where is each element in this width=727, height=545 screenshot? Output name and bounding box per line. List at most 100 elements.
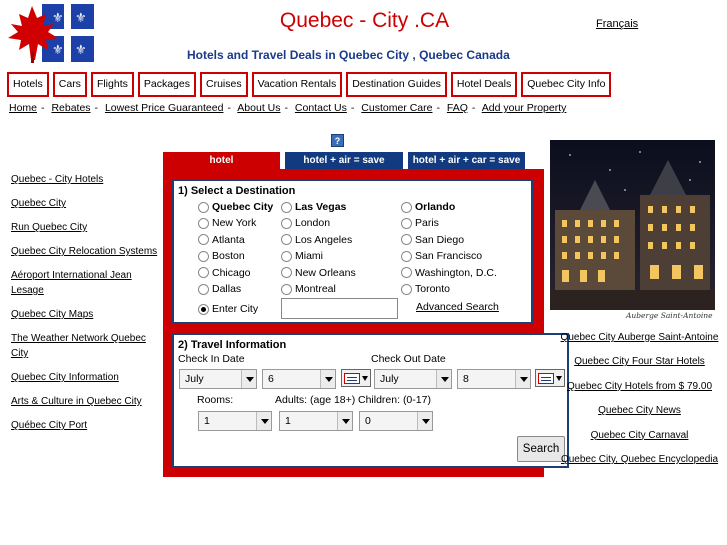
radio-label: Quebec City (212, 201, 274, 213)
tab-hotel-air[interactable]: hotel + air = save (285, 152, 403, 169)
check-out-day-select[interactable]: 8 (457, 369, 531, 389)
check-out-day-value: 8 (463, 373, 469, 385)
sidebar-link[interactable]: Aéroport International Jean Lesage (11, 268, 161, 298)
rooms-select[interactable]: 1 (198, 411, 272, 431)
right-link[interactable]: Quebec City, Quebec Encyclopedia (552, 453, 727, 466)
link-customer-care[interactable]: Customer Care (361, 102, 432, 114)
adults-label: Adults: (age 18+) (275, 394, 356, 406)
link-rebates[interactable]: Rebates (51, 102, 90, 114)
nav-quebec-city-info[interactable]: Quebec City Info (521, 72, 612, 97)
sidebar-link[interactable]: Quebec City (11, 196, 161, 211)
radio-unselected-icon (281, 201, 292, 213)
radio-city[interactable]: Paris (401, 217, 439, 229)
check-in-label: Check In Date (178, 353, 245, 365)
radio-label: Chicago (212, 266, 251, 279)
city-input[interactable] (281, 298, 398, 319)
advanced-search-link[interactable]: Advanced Search (416, 301, 499, 313)
radio-unselected-icon (401, 283, 412, 295)
nav-cars[interactable]: Cars (52, 72, 87, 97)
link-add-property[interactable]: Add your Property (482, 102, 567, 114)
radio-city[interactable]: Montreal (281, 283, 336, 295)
children-value: 0 (365, 415, 371, 427)
hotel-photo[interactable] (550, 140, 715, 310)
svg-text:⚜: ⚜ (75, 43, 87, 58)
check-in-month-select[interactable]: July (179, 369, 257, 389)
right-link[interactable]: Quebec City Carnaval (552, 429, 727, 442)
radio-label: San Francisco (415, 250, 483, 263)
radio-city[interactable]: Washington, D.C. (401, 267, 497, 279)
sidebar-link[interactable]: The Weather Network Quebec City (11, 331, 161, 361)
radio-city[interactable]: Orlando (401, 201, 455, 213)
sidebar-link[interactable]: Run Quebec City (11, 220, 161, 235)
radio-city[interactable]: Quebec City (198, 201, 273, 213)
nav-hotel-deals[interactable]: Hotel Deals (450, 72, 518, 97)
sidebar-link[interactable]: Québec City Port (11, 418, 161, 433)
chevron-down-icon (320, 370, 335, 388)
chevron-down-icon (417, 412, 432, 430)
radio-city[interactable]: Dallas (198, 283, 241, 295)
link-lowest-price[interactable]: Lowest Price Guaranteed (105, 102, 223, 114)
sidebar-link[interactable]: Quebec - City Hotels (11, 172, 161, 187)
language-link-francais[interactable]: Français (596, 18, 638, 30)
check-in-day-select[interactable]: 6 (262, 369, 336, 389)
right-link[interactable]: Quebec City Four Star Hotels (552, 355, 727, 368)
radio-unselected-icon (198, 283, 209, 295)
radio-city[interactable]: San Diego (401, 234, 464, 246)
radio-label: Dallas (212, 283, 242, 295)
radio-city[interactable]: New York (198, 217, 256, 229)
radio-unselected-icon (401, 217, 412, 229)
right-link[interactable]: Quebec City News (552, 404, 727, 417)
radio-label: Enter City (212, 303, 259, 315)
sidebar-link[interactable]: Quebec City Maps (11, 307, 161, 322)
link-contact-us[interactable]: Contact Us (295, 102, 347, 114)
link-faq[interactable]: FAQ (447, 102, 468, 114)
radio-city[interactable]: Miami (281, 250, 323, 262)
link-about-us[interactable]: About Us (237, 102, 280, 114)
help-icon[interactable]: ? (331, 134, 344, 147)
site-tagline: Hotels and Travel Deals in Quebec City ,… (187, 48, 510, 62)
nav-destination-guides[interactable]: Destination Guides (346, 72, 447, 97)
svg-text:⚜: ⚜ (52, 43, 64, 58)
radio-city[interactable]: New Orleans (281, 267, 356, 279)
radio-city[interactable]: Chicago (198, 267, 251, 279)
right-link[interactable]: Quebec City Auberge Saint-Antoine (552, 331, 727, 344)
tab-hotel-air-car[interactable]: hotel + air + car = save (408, 152, 525, 169)
nav-cruises[interactable]: Cruises (200, 72, 248, 97)
nav-hotels[interactable]: Hotels (7, 72, 49, 97)
children-label: Children: (0-17) (358, 394, 431, 406)
radio-enter-city[interactable]: Enter City (198, 303, 258, 315)
adults-select[interactable]: 1 (279, 411, 353, 431)
radio-unselected-icon (198, 217, 209, 229)
check-in-month-value: July (185, 373, 204, 385)
nav-flights[interactable]: Flights (90, 72, 134, 97)
tab-hotel[interactable]: hotel (163, 152, 280, 169)
radio-city[interactable]: Toronto (401, 283, 450, 295)
radio-unselected-icon (198, 234, 209, 246)
right-link[interactable]: Quebec City Hotels from $ 79.00 (552, 380, 727, 393)
radio-city[interactable]: Atlanta (198, 234, 245, 246)
children-select[interactable]: 0 (359, 411, 433, 431)
adults-value: 1 (285, 415, 291, 427)
radio-label: Boston (212, 250, 245, 263)
nav-packages[interactable]: Packages (137, 72, 196, 97)
sidebar-link[interactable]: Quebec City Relocation Systems (11, 244, 161, 259)
check-out-month-select[interactable]: July (374, 369, 452, 389)
chevron-down-icon (515, 370, 530, 388)
check-in-calendar-button[interactable] (341, 369, 371, 387)
radio-city[interactable]: Boston (198, 250, 245, 262)
radio-unselected-icon (198, 201, 209, 213)
nav-vacation-rentals[interactable]: Vacation Rentals (251, 72, 343, 97)
radio-city[interactable]: Los Angeles (281, 234, 352, 246)
radio-city[interactable]: San Francisco (401, 250, 482, 262)
radio-city[interactable]: Las Vegas (281, 201, 346, 213)
check-in-day-value: 6 (268, 373, 274, 385)
chevron-down-icon (241, 370, 256, 388)
link-home[interactable]: Home (9, 102, 37, 114)
radio-selected-icon (198, 303, 209, 315)
sidebar-link[interactable]: Quebec City Information (11, 370, 161, 385)
sidebar-link[interactable]: Arts & Culture in Quebec City (11, 394, 161, 409)
chevron-down-icon (362, 376, 368, 381)
destination-heading: 1) Select a Destination (178, 185, 296, 197)
left-sidebar: Quebec - City Hotels Quebec City Run Que… (11, 172, 161, 442)
radio-city[interactable]: London (281, 217, 330, 229)
